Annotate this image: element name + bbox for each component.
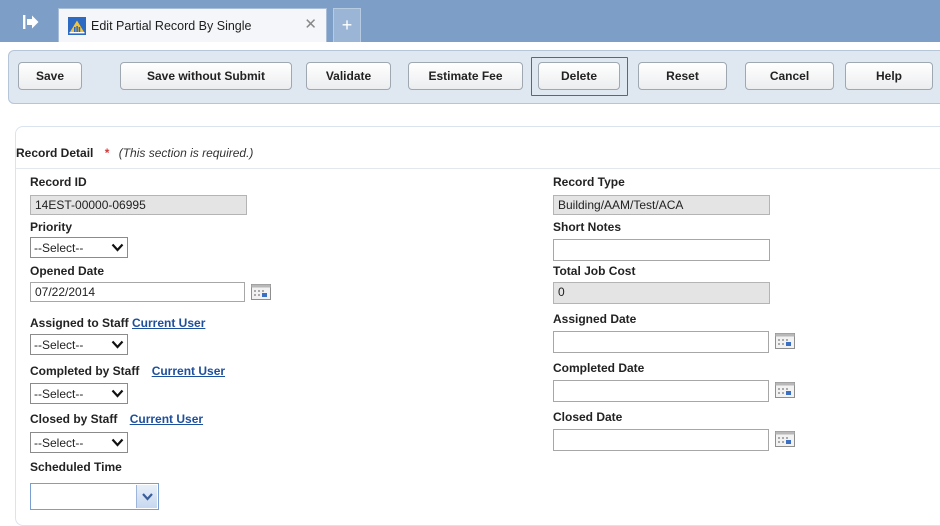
priority-select-value: --Select-- [34,240,84,255]
calendar-icon[interactable] [251,284,271,302]
plus-icon: + [341,15,353,35]
section-divider [16,168,940,169]
building-icon [68,16,86,35]
scheduled-time-combobox[interactable] [30,483,159,510]
closed-staff-select-value: --Select-- [34,435,84,450]
total-job-cost-label: Total Job Cost [553,264,636,278]
closed-staff-label-text: Closed by Staff [30,412,118,426]
scheduled-time-label: Scheduled Time [30,460,122,474]
tab-bar: Edit Partial Record By Single ✕ + [0,0,940,42]
estimate-fee-button[interactable]: Estimate Fee [408,62,523,90]
opened-date-field[interactable]: 07/22/2014 [30,282,245,302]
closed-staff-select[interactable]: --Select-- [30,432,128,453]
record-id-label: Record ID [30,175,87,189]
tab-edit-partial-record[interactable]: Edit Partial Record By Single ✕ [58,8,327,42]
assigned-date-field[interactable] [553,331,769,353]
assigned-staff-label-text: Assigned to Staff [30,316,129,330]
priority-label: Priority [30,220,73,234]
record-id-field: 14EST-00000-06995 [30,195,247,215]
assigned-date-label: Assigned Date [553,312,637,326]
completed-date-label: Completed Date [553,361,645,375]
save-button[interactable]: Save [18,62,82,90]
opened-date-label: Opened Date [30,264,105,278]
new-tab-button[interactable]: + [333,8,361,42]
cancel-button[interactable]: Cancel [745,62,834,90]
section-title: Record Detail [16,146,94,160]
calendar-icon[interactable] [775,431,795,449]
chevron-down-icon [111,387,124,403]
scheduled-time-dropdown-button[interactable] [136,485,157,508]
assigned-staff-select[interactable]: --Select-- [30,334,128,355]
save-without-submit-button[interactable]: Save without Submit [120,62,292,90]
completed-staff-label: Completed by Staff Current User [30,364,225,378]
short-notes-field[interactable] [553,239,770,261]
delete-button[interactable]: Delete [538,62,620,90]
chevron-down-icon [111,436,124,452]
record-type-label: Record Type [553,175,625,189]
sidebar-toggle-icon [23,14,39,32]
completed-staff-current-user-link[interactable]: Current User [152,364,225,378]
completed-staff-select-value: --Select-- [34,386,84,401]
calendar-icon[interactable] [775,333,795,351]
chevron-down-icon [111,338,124,354]
assigned-staff-select-value: --Select-- [34,337,84,352]
closed-date-label: Closed Date [553,410,623,424]
closed-staff-current-user-link[interactable]: Current User [130,412,203,426]
required-note: (This section is required.) [118,146,254,160]
sidebar-toggle-button[interactable] [16,8,46,38]
action-toolbar: Save Save without Submit Validate Estima… [8,50,940,104]
closed-date-field[interactable] [553,429,769,451]
assigned-staff-label: Assigned to Staff Current User [30,316,205,330]
completed-date-field[interactable] [553,380,769,402]
chevron-down-icon [141,493,153,501]
priority-select[interactable]: --Select-- [30,237,128,258]
validate-button[interactable]: Validate [306,62,391,90]
calendar-icon[interactable] [775,382,795,400]
close-icon[interactable]: ✕ [304,17,317,33]
short-notes-label: Short Notes [553,220,622,234]
section-header: Record Detail * (This section is require… [16,146,253,160]
record-type-field: Building/AAM/Test/ACA [553,195,770,215]
total-job-cost-field: 0 [553,282,770,304]
required-mark: * [104,146,110,160]
chevron-down-icon [111,241,124,257]
completed-staff-select[interactable]: --Select-- [30,383,128,404]
completed-staff-label-text: Completed by Staff [30,364,140,378]
reset-button[interactable]: Reset [638,62,727,90]
assigned-staff-current-user-link[interactable]: Current User [132,316,205,330]
tab-title: Edit Partial Record By Single [91,18,252,33]
help-button[interactable]: Help [845,62,933,90]
closed-staff-label: Closed by Staff Current User [30,412,203,426]
